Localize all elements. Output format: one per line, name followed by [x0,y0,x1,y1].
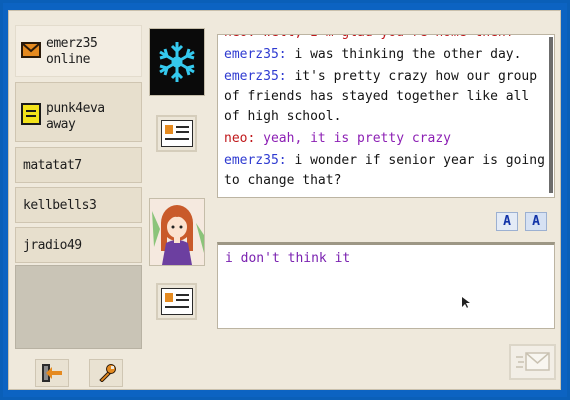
chat-history[interactable]: neo: well, I'm glad you're home then! em… [217,34,555,198]
cut-off-message: neo: well, I'm glad you're home then! [224,35,550,43]
buddy-name: matatat7 [23,158,82,173]
settings-button[interactable] [89,359,123,387]
buddy-profile-button[interactable] [156,115,197,152]
note-icon [21,103,41,125]
message-user: emerz35 [224,47,279,62]
buddy-status: online [46,52,90,67]
buddy-list-empty-area [15,265,142,349]
buddy-item-kellbells3[interactable]: kellbells3 [15,187,142,223]
message-text: i was thinking the other day. [294,47,522,62]
profile-card-icon [161,120,193,147]
message-input[interactable]: i don't think it [217,242,555,329]
message-user: neo [224,131,248,146]
chat-scrollbar[interactable] [549,37,553,193]
buddy-name: kellbells3 [23,198,97,213]
messenger-window: emerz35 online punk4eva away matatat7 ke… [8,10,561,390]
chat-message: emerz35: i wonder if senior year is goin… [224,153,545,188]
my-avatar [149,198,205,266]
buddy-name: punk4eva [46,101,105,116]
wrench-icon [99,364,116,382]
send-button[interactable] [509,344,556,380]
my-profile-button[interactable] [156,283,197,320]
chat-messages: neo: well, I'm glad you're home then! em… [224,35,550,193]
message-user: emerz35 [224,69,279,84]
chat-message: emerz35: i was thinking the other day. [224,47,522,62]
chat-message: emerz35: it's pretty crazy how our group… [224,69,538,124]
message-text: yeah, it is pretty crazy [263,131,451,146]
exit-door-icon [42,364,62,382]
message-user: emerz35 [224,153,279,168]
screen-frame: emerz35 online punk4eva away matatat7 ke… [3,3,567,397]
font-color-button[interactable]: A [525,212,547,231]
mouse-cursor-icon [462,297,470,308]
message-input-text: i don't think it [225,251,351,266]
buddy-name: jradio49 [23,238,82,253]
buddy-status: away [46,117,76,132]
buddy-name: emerz35 [46,36,98,51]
snowflake-icon [159,42,195,82]
buddy-avatar [149,28,205,96]
buddy-item-punk4eva[interactable]: punk4eva away [15,82,142,142]
girl-avatar-icon [150,199,204,265]
profile-card-icon [161,288,193,315]
font-color-icon: A [532,214,540,229]
font-icon: A [503,214,511,229]
send-envelope-icon [516,352,550,371]
envelope-icon [21,42,41,58]
sign-out-button[interactable] [35,359,69,387]
buddy-item-matatat7[interactable]: matatat7 [15,147,142,183]
buddy-item-emerz35[interactable]: emerz35 online [15,25,142,77]
chat-message: neo: yeah, it is pretty crazy [224,131,451,146]
font-style-button[interactable]: A [496,212,518,231]
buddy-item-jradio49[interactable]: jradio49 [15,227,142,263]
